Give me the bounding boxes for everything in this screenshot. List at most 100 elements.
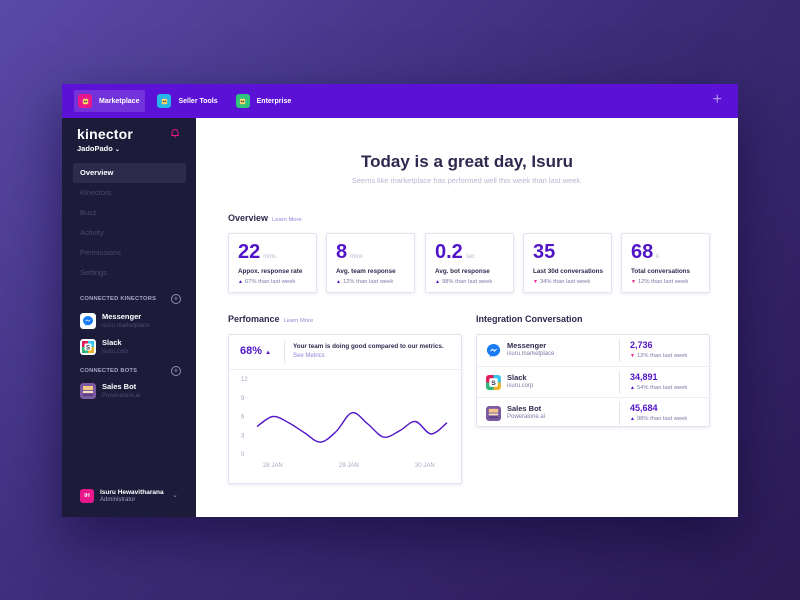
trend-down-icon: ▼: [631, 279, 636, 285]
slack-icon: S: [486, 375, 501, 390]
integration-handle: Poweralone.ai: [507, 414, 546, 420]
stat-value: 22 mins: [238, 241, 276, 263]
divider: [284, 341, 285, 363]
y-tick-label: 0: [241, 452, 245, 458]
integration-row-sales-bot[interactable]: Sales Bot Poweralone.ai 45,684 ▲ 98% than…: [477, 397, 711, 428]
org-name: JadoPado: [77, 144, 113, 153]
kinector-messenger[interactable]: Messenger isuru.marketplace: [80, 312, 149, 329]
chevron-down-icon: ⌄: [114, 147, 120, 153]
svg-text:S: S: [86, 345, 90, 351]
sidebar-item-settings[interactable]: Settings: [73, 263, 186, 283]
page-title: Today is a great day, Isuru: [361, 152, 573, 171]
sidebar-item-overview[interactable]: Overview: [73, 163, 186, 183]
y-tick-label: 3: [241, 433, 245, 439]
messenger-icon: [486, 343, 501, 358]
integration-title: Integration Conversation: [476, 314, 583, 324]
org-switcher[interactable]: JadoPado ⌄: [77, 144, 120, 153]
main-content: Today is a great day, Isuru Seems like m…: [196, 118, 738, 517]
overview-learn-more-link[interactable]: Learn More: [272, 217, 302, 223]
stat-trend: ▼ 34% than last week: [533, 279, 591, 285]
stat-label: Total conversations: [631, 268, 691, 275]
trend-up-icon: ▲: [435, 279, 440, 285]
stat-unit: mins: [263, 254, 276, 260]
add-workspace-icon[interactable]: +: [713, 92, 722, 108]
trend-down-icon: ▼: [533, 279, 538, 285]
kinector-name: Slack: [102, 338, 122, 347]
sidebar-item-buzz[interactable]: Buzz: [73, 203, 186, 223]
chevron-down-icon[interactable]: ⌄: [172, 491, 178, 499]
sidebar-item-kinectors[interactable]: Kinectors: [73, 183, 186, 203]
kinector-slack[interactable]: S Slack isuru.corp: [80, 338, 128, 355]
performance-card: 68% ▲ Your team is doing good compared t…: [228, 334, 463, 484]
integration-value: 34,891: [630, 372, 658, 382]
stat-trend: ▲ 98% than last week: [435, 279, 493, 285]
see-metrics-link[interactable]: See Metrics: [293, 353, 325, 359]
stat-trend: ▲ 12% than last week: [336, 279, 394, 285]
integration-handle: isuru.corp: [507, 383, 534, 389]
x-tick-label: 29 JAN: [339, 463, 359, 469]
sidebar-item-activity[interactable]: Activity: [73, 223, 186, 243]
brand-logo: kinector: [77, 126, 134, 142]
performance-heading: Perfomance Learn More: [228, 314, 313, 324]
performance-percent: 68% ▲: [240, 345, 272, 357]
tab-seller-tools[interactable]: Seller Tools: [153, 90, 223, 112]
performance-learn-more-link[interactable]: Learn More: [284, 318, 314, 324]
sidebar-nav: Overview Kinectors Buzz Activity Permiss…: [73, 163, 186, 283]
connected-bots-title: CONNECTED BOTS: [80, 368, 138, 374]
kinector-handle: isuru.corp: [102, 349, 129, 355]
trend-up-icon: ▲: [630, 385, 635, 391]
y-tick-label: 12: [241, 377, 248, 383]
trend-down-icon: ▼: [630, 353, 635, 359]
integration-row-messenger[interactable]: Messenger isuru.marketplace 2,736 ▼ 12% t…: [477, 335, 711, 366]
divider: [619, 339, 620, 362]
x-tick-label: 28 JAN: [263, 463, 283, 469]
stat-card: 35 Last 30d conversations ▼ 34% than last…: [523, 233, 612, 293]
top-bar: Marketplace Seller Tools Enterprise +: [62, 84, 738, 118]
trend-up-icon: ▲: [336, 279, 341, 285]
bot-sales-bot[interactable]: Sales Bot Poweralone.ai: [80, 382, 140, 399]
integration-row-slack[interactable]: S Slack isuru.corp 34,891 ▲ 54% than last…: [477, 366, 711, 397]
stat-card: 22 mins Appox. response rate ▲ 67% than la…: [228, 233, 317, 293]
add-kinector-button[interactable]: +: [171, 294, 181, 304]
tab-label: Seller Tools: [178, 97, 218, 105]
stat-card: 68 k Total conversations ▼ 12% than last w…: [621, 233, 710, 293]
robot-icon: [157, 94, 172, 108]
user-role: Administrator: [100, 497, 136, 503]
sales-bot-icon: [486, 406, 501, 421]
messenger-icon: [80, 313, 96, 329]
tab-enterprise[interactable]: Enterprise: [232, 90, 298, 112]
stat-card: 8 mins Avg. team response ▲ 12% than last …: [326, 233, 415, 293]
integration-card: Messenger isuru.marketplace 2,736 ▼ 12% t…: [476, 334, 711, 428]
integration-value: 2,736: [630, 340, 653, 350]
performance-title: Perfomance: [228, 314, 280, 324]
stat-unit: mins: [350, 254, 363, 260]
overview-title: Overview: [228, 213, 269, 223]
stat-trend: ▼ 12% than last week: [631, 279, 689, 285]
divider: [619, 371, 620, 394]
stat-card: 0.2 sec Avg. bot response ▲ 98% than last …: [425, 233, 514, 293]
stat-value: 35: [533, 241, 556, 263]
trend-up-icon: ▲: [265, 350, 272, 356]
robot-icon: [78, 94, 92, 108]
avatar: IH: [80, 489, 94, 503]
integration-name: Slack: [507, 373, 527, 382]
tab-marketplace[interactable]: Marketplace: [74, 90, 146, 112]
user-name: Isuru Hewavitharana: [100, 489, 164, 496]
sidebar-item-permissions[interactable]: Permissions: [73, 243, 186, 263]
divider: [619, 402, 620, 425]
add-bot-button[interactable]: +: [171, 366, 181, 376]
bell-icon[interactable]: [170, 128, 180, 138]
stat-value: 8 mins: [336, 241, 363, 263]
stat-unit: sec: [465, 254, 476, 260]
connected-kinectors-title: CONNECTED KINECTORS: [80, 296, 157, 302]
sidebar: kinector JadoPado ⌄ Overview Kinectors Bu…: [62, 118, 196, 517]
trend-up-icon: ▲: [630, 416, 635, 422]
integration-trend: ▲ 54% than last week: [630, 385, 688, 391]
series-line: [256, 412, 448, 443]
stat-label: Appox. response rate: [238, 268, 303, 275]
tab-label: Enterprise: [256, 97, 292, 105]
svg-text:S: S: [491, 380, 496, 387]
kinector-name: Messenger: [102, 312, 142, 321]
user-profile[interactable]: IH Isuru Hewavitharana Administrator: [80, 489, 164, 503]
bot-handle: Poweralone.ai: [102, 393, 141, 399]
